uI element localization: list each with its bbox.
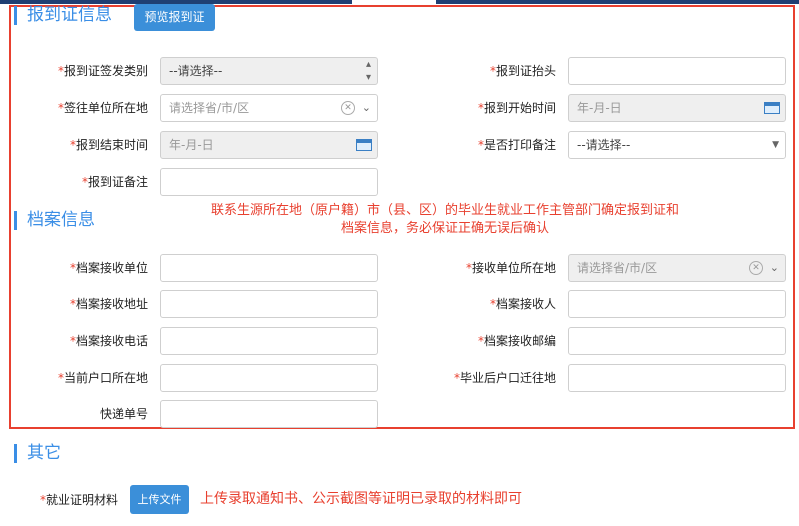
label-current-hukou: *当前户口所在地	[57, 371, 148, 385]
section-title-archive: 档案信息	[14, 211, 95, 230]
label-express-no: 快递单号	[99, 407, 148, 421]
end-time-date-input[interactable]: 年-月-日	[160, 131, 378, 159]
archive-phone-input[interactable]	[160, 327, 378, 355]
remark-input[interactable]	[160, 168, 378, 196]
caret-down-icon: ▼	[772, 140, 779, 150]
clear-icon[interactable]: ✕	[749, 261, 763, 275]
current-hukou-input[interactable]	[160, 364, 378, 392]
label-archive-address: *档案接收地址	[69, 297, 148, 311]
receive-unit-location-cascader[interactable]: 请选择省/市/区 ✕ ⌄	[568, 254, 786, 282]
label-archive-receiver: *档案接收人	[489, 297, 556, 311]
issue-type-select[interactable]: --请选择-- ▴ ▾	[160, 57, 378, 85]
active-tab-indicator	[352, 0, 436, 4]
post-grad-hukou-input[interactable]	[568, 364, 786, 392]
archive-receiver-input[interactable]	[568, 290, 786, 318]
archive-unit-input[interactable]	[160, 254, 378, 282]
label-archive-unit: *档案接收单位	[69, 261, 148, 275]
clear-icon[interactable]: ✕	[341, 101, 355, 115]
calendar-icon[interactable]	[356, 139, 372, 151]
section-title-report-card: 报到证信息	[14, 6, 112, 25]
chevron-down-icon: ⌄	[361, 101, 371, 114]
unit-location-cascader[interactable]: 请选择省/市/区 ✕ ⌄	[160, 94, 378, 122]
updown-arrow-icon: ▴ ▾	[365, 59, 371, 83]
upload-note: 上传录取通知书、公示截图等证明已录取的材料即可	[200, 491, 522, 507]
archive-postcode-input[interactable]	[568, 327, 786, 355]
upload-file-button[interactable]: 上传文件	[130, 485, 189, 514]
preview-report-card-button[interactable]: 预览报到证	[134, 4, 215, 31]
top-nav-strip	[0, 0, 799, 4]
label-employment-proof: *就业证明材料	[39, 493, 118, 507]
calendar-icon[interactable]	[764, 102, 780, 114]
archive-address-input[interactable]	[160, 290, 378, 318]
label-unit-location: *签往单位所在地	[57, 101, 148, 115]
label-archive-postcode: *档案接收邮编	[477, 334, 556, 348]
header-input[interactable]	[568, 57, 786, 85]
label-end-time: *报到结束时间	[69, 138, 148, 152]
print-note-select[interactable]: --请选择-- ▼	[568, 131, 786, 159]
label-issue-type: *报到证签发类别	[57, 64, 148, 78]
label-receive-unit-location: *接收单位所在地	[465, 261, 556, 275]
archive-note: 联系生源所在地（原户籍）市（县、区）的毕业生就业工作主管部门确定报到证和 档案信…	[210, 203, 679, 236]
label-post-grad-hukou: *毕业后户口迁往地	[453, 371, 556, 385]
label-remark: *报到证备注	[81, 175, 148, 189]
chevron-down-icon: ⌄	[769, 261, 779, 274]
start-time-date-input[interactable]: 年-月-日	[568, 94, 786, 122]
express-no-input[interactable]	[160, 400, 378, 428]
label-header: *报到证抬头	[489, 64, 556, 78]
label-start-time: *报到开始时间	[477, 101, 556, 115]
label-archive-phone: *档案接收电话	[69, 334, 148, 348]
section-title-other: 其它	[14, 444, 61, 463]
label-print-note: *是否打印备注	[477, 138, 556, 152]
